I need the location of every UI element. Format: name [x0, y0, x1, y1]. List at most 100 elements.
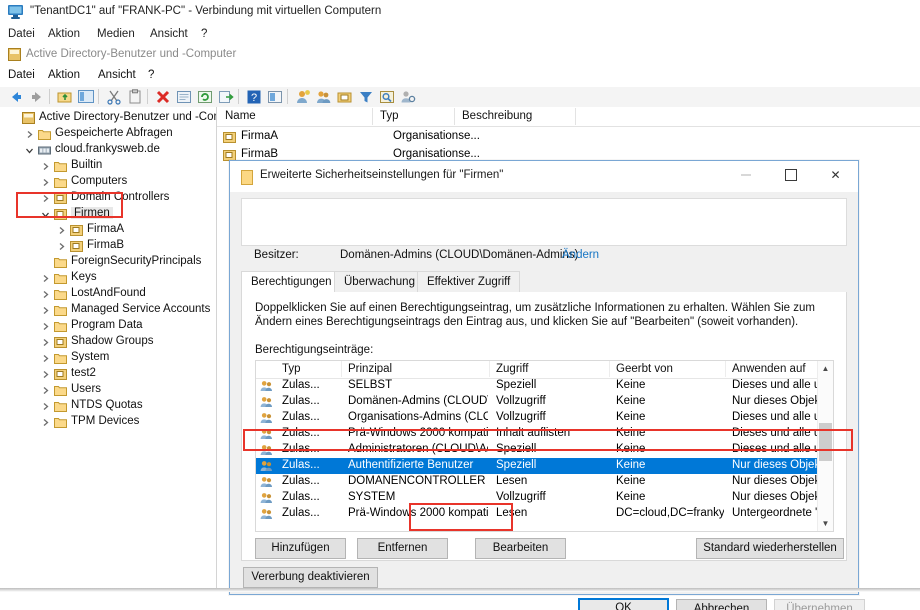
chevron-right-icon[interactable] — [40, 305, 51, 316]
up-folder-icon[interactable] — [57, 89, 73, 105]
table-row[interactable]: Zulas... Prä-Windows 2000 kompatib... Inha… — [256, 426, 833, 442]
new-ou-icon[interactable] — [337, 89, 353, 105]
chevron-right-icon[interactable] — [40, 337, 51, 348]
column-divider[interactable] — [372, 108, 373, 125]
vm-menu-ansicht[interactable]: Ansicht — [150, 28, 188, 40]
column-divider[interactable] — [341, 361, 342, 377]
refresh-icon[interactable] — [197, 89, 213, 105]
sidebar-item-shadow-groups[interactable]: Shadow Groups — [0, 334, 216, 350]
restore-defaults-button[interactable]: Standard wiederherstellen — [696, 538, 844, 559]
table-row[interactable]: Zulas... Organisations-Admins (CLO... Voll… — [256, 410, 833, 426]
permission-list-scrollbar[interactable]: ▲ ▼ — [817, 361, 833, 531]
filter-icon[interactable] — [358, 89, 374, 105]
query-icon[interactable] — [400, 89, 416, 105]
column-divider[interactable] — [575, 108, 576, 125]
tab-berechtigungen[interactable]: Berechtigungen — [241, 271, 342, 292]
sidebar-item-tpm-devices[interactable]: TPM Devices — [0, 414, 216, 430]
add-button[interactable]: Hinzufügen — [255, 538, 346, 559]
sidebar-item-cloud-frankysweb-de[interactable]: cloud.frankysweb.de — [0, 142, 216, 158]
vm-menu-help[interactable]: ? — [201, 28, 207, 40]
paste-icon[interactable] — [127, 89, 143, 105]
column-divider[interactable] — [454, 108, 455, 125]
apply-button[interactable]: Übernehmen — [774, 599, 865, 610]
column-header-typ[interactable]: Typ — [282, 363, 301, 375]
find-icon[interactable] — [379, 89, 395, 105]
cancel-button[interactable]: Abbrechen — [676, 599, 767, 610]
owner-change-link[interactable]: Ändern — [562, 249, 599, 261]
maximize-button[interactable] — [768, 161, 813, 189]
sidebar-item-active-directory-benutzer-und-computer-i[interactable]: Active Directory-Benutzer und -Computer … — [0, 110, 216, 126]
new-group-icon[interactable] — [316, 89, 332, 105]
sidebar-item-computers[interactable]: Computers — [0, 174, 216, 190]
chevron-right-icon[interactable] — [40, 417, 51, 428]
column-header-beschreibung[interactable]: Beschreibung — [462, 110, 532, 122]
dialog-titlebar[interactable]: Erweiterte Sicherheitseinstellungen für … — [230, 161, 858, 192]
sidebar-item-users[interactable]: Users — [0, 382, 216, 398]
remove-button[interactable]: Entfernen — [357, 538, 448, 559]
sidebar-item-keys[interactable]: Keys — [0, 270, 216, 286]
export-list-icon[interactable] — [218, 89, 234, 105]
tab-effektiver-zugriff[interactable]: Effektiver Zugriff — [417, 271, 521, 292]
sidebar-item-domain-controllers[interactable]: Domain Controllers — [0, 190, 216, 206]
sidebar-item-firmaa[interactable]: FirmaA — [0, 222, 216, 238]
mmc-menu-datei[interactable]: Datei — [8, 69, 35, 81]
navigation-tree[interactable]: Active Directory-Benutzer und -Computer … — [0, 107, 217, 590]
show-hide-tree-icon[interactable] — [78, 89, 94, 105]
scrollbar-thumb[interactable] — [819, 423, 832, 461]
sidebar-item-managed-service-accounts[interactable]: Managed Service Accounts — [0, 302, 216, 318]
table-row[interactable]: Zulas... Authentifizierte Benutzer Speziel… — [256, 458, 833, 474]
vm-menu-medien[interactable]: Medien — [97, 28, 135, 40]
table-row[interactable]: Zulas... Prä-Windows 2000 kompatib... Lese… — [256, 506, 833, 522]
table-row[interactable]: Zulas... SELBST Speziell Keine Dieses und al… — [256, 378, 833, 394]
column-divider[interactable] — [609, 361, 610, 377]
tab-ueberwachung[interactable]: Überwachung — [334, 271, 425, 292]
vm-menu-datei[interactable]: Datei — [8, 28, 35, 40]
sidebar-item-foreignsecurityprincipals[interactable]: ForeignSecurityPrincipals — [0, 254, 216, 270]
chevron-right-icon[interactable] — [40, 289, 51, 300]
edit-button[interactable]: Bearbeiten — [475, 538, 566, 559]
chevron-right-icon[interactable] — [40, 385, 51, 396]
scroll-up-icon[interactable]: ▲ — [818, 361, 833, 376]
column-divider[interactable] — [489, 361, 490, 377]
ok-button[interactable]: OK — [578, 598, 669, 610]
chevron-down-icon[interactable] — [40, 209, 51, 220]
chevron-right-icon[interactable] — [40, 273, 51, 284]
sidebar-item-ntds-quotas[interactable]: NTDS Quotas — [0, 398, 216, 414]
help-icon[interactable]: ? — [246, 89, 262, 105]
table-row[interactable]: Zulas... Domänen-Admins (CLOUD\... Vollzug… — [256, 394, 833, 410]
close-button[interactable]: ✕ — [813, 161, 858, 189]
back-arrow-icon[interactable] — [8, 89, 24, 105]
table-row[interactable]: Zulas... Administratoren (CLOUD\Ad... Spez… — [256, 442, 833, 458]
cut-icon[interactable] — [106, 89, 122, 105]
column-divider[interactable] — [725, 361, 726, 377]
chevron-right-icon[interactable] — [40, 177, 51, 188]
sidebar-item-builtin[interactable]: Builtin — [0, 158, 216, 174]
chevron-right-icon[interactable] — [56, 241, 67, 252]
new-user-icon[interactable] — [295, 89, 311, 105]
mmc-menu-help[interactable]: ? — [148, 69, 154, 81]
scroll-down-icon[interactable]: ▼ — [818, 516, 833, 531]
disable-inheritance-button[interactable]: Vererbung deaktivieren — [243, 567, 378, 588]
column-header-prinzipal[interactable]: Prinzipal — [348, 363, 392, 375]
delete-icon[interactable] — [155, 89, 171, 105]
properties-icon[interactable] — [176, 89, 192, 105]
column-header-zugriff[interactable]: Zugriff — [496, 363, 528, 375]
sidebar-item-test2[interactable]: test2 — [0, 366, 216, 382]
chevron-right-icon[interactable] — [40, 161, 51, 172]
column-header-geerbt-von[interactable]: Geerbt von — [616, 363, 673, 375]
sidebar-item-system[interactable]: System — [0, 350, 216, 366]
list-item[interactable]: FirmaA Organisationse... — [217, 129, 920, 146]
chevron-right-icon[interactable] — [40, 369, 51, 380]
column-header-anwenden-auf[interactable]: Anwenden auf — [732, 363, 806, 375]
forward-arrow-icon[interactable] — [29, 89, 45, 105]
chevron-right-icon[interactable] — [56, 225, 67, 236]
mmc-menu-aktion[interactable]: Aktion — [48, 69, 80, 81]
sidebar-item-program-data[interactable]: Program Data — [0, 318, 216, 334]
chevron-right-icon[interactable] — [40, 321, 51, 332]
sidebar-item-firmab[interactable]: FirmaB — [0, 238, 216, 254]
chevron-right-icon[interactable] — [40, 353, 51, 364]
chevron-right-icon[interactable] — [40, 401, 51, 412]
permission-entries-list[interactable]: Typ Prinzipal Zugriff Geerbt von Anwende… — [255, 360, 834, 532]
chevron-down-icon[interactable] — [24, 145, 35, 156]
chevron-right-icon[interactable] — [24, 129, 35, 140]
